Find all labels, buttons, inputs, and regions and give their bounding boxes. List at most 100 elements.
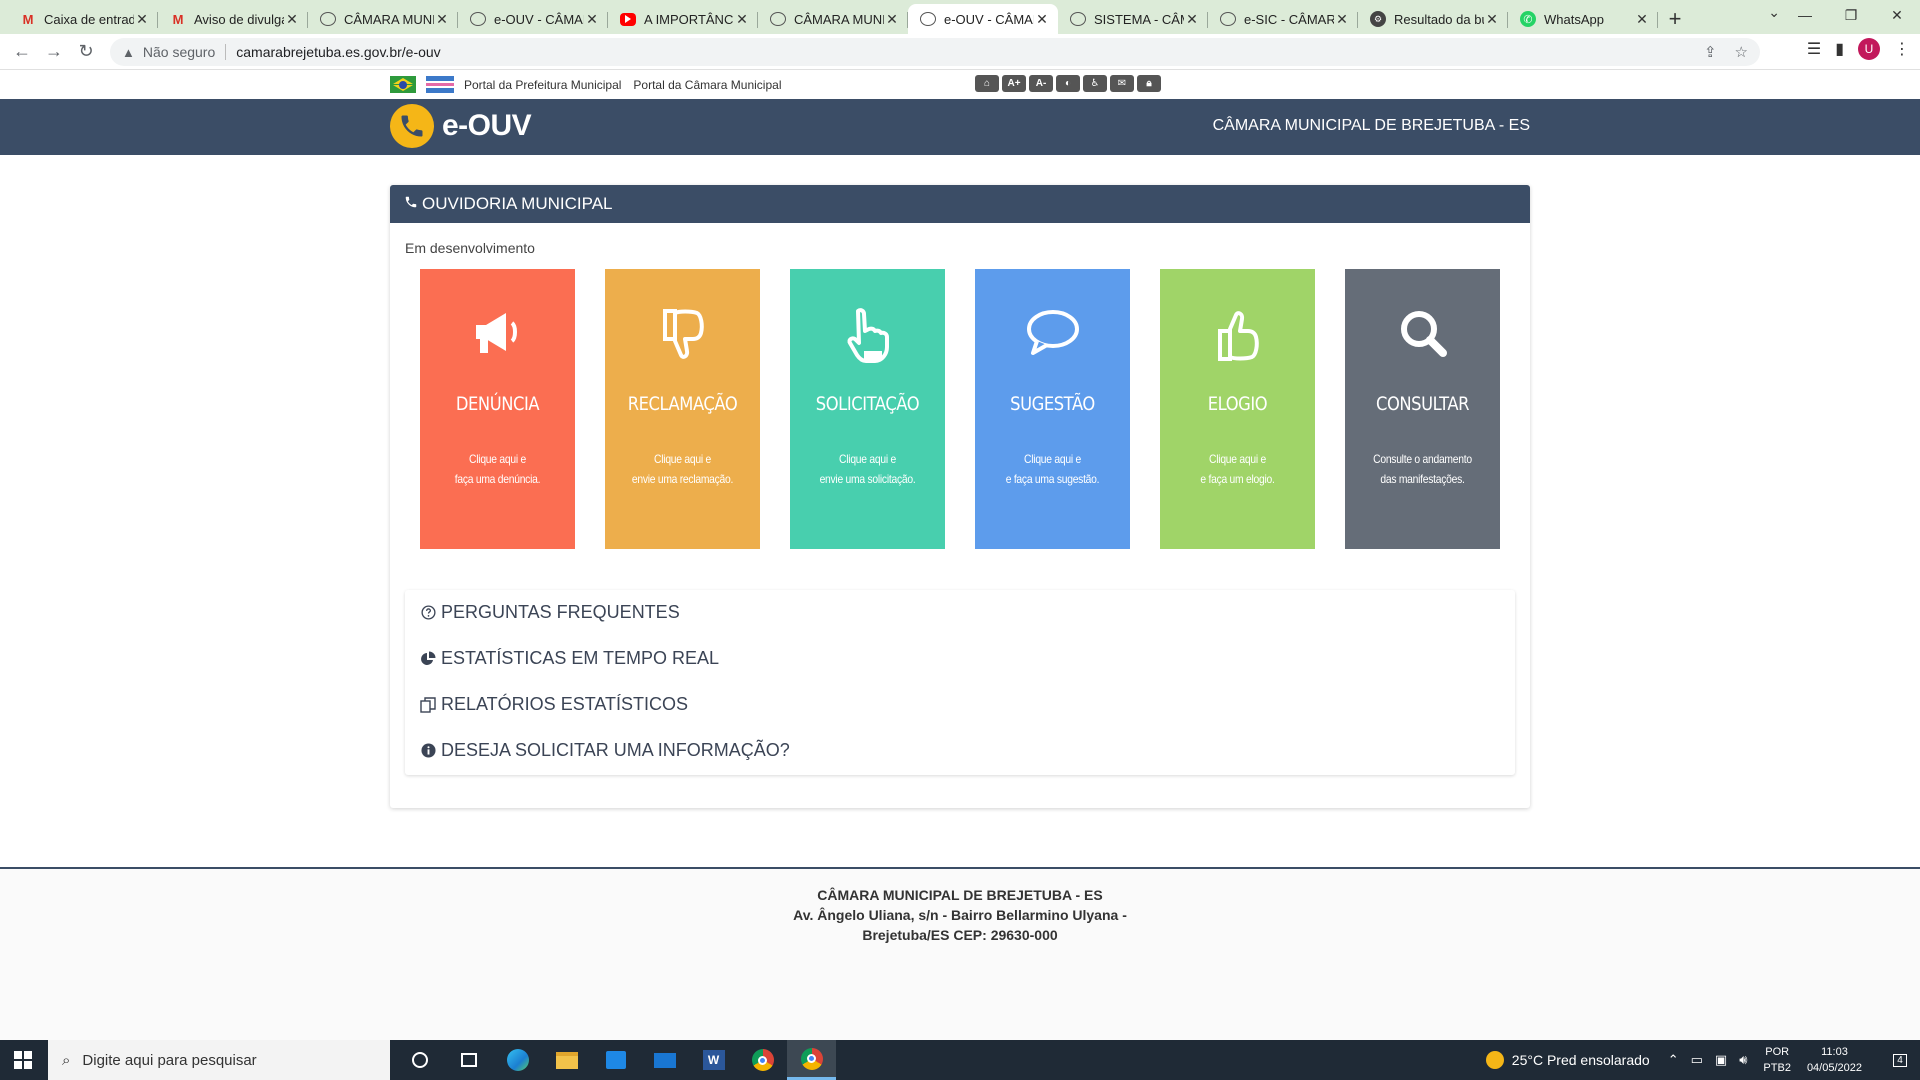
tab-close-icon[interactable]: ✕: [1484, 11, 1500, 28]
link-reports[interactable]: RELATÓRIOS ESTATÍSTICOS: [419, 694, 688, 715]
logo-text: e-OUV: [442, 109, 532, 142]
tab-close-icon[interactable]: ✕: [734, 11, 750, 28]
close-window-button[interactable]: ✕: [1874, 0, 1920, 30]
forward-button[interactable]: →: [38, 36, 70, 68]
browser-tab[interactable]: CÂMARA MUNICIPAL✕: [308, 4, 458, 34]
tab-close-icon[interactable]: ✕: [1184, 11, 1200, 28]
reload-button[interactable]: ↻: [70, 36, 102, 68]
system-tray: 25°C Pred ensolarado ⌃ ▭ ▣ 🔊︎ POR PTB2 1…: [1485, 1040, 1920, 1080]
accessibility-toolbar: ⌂ A+ A- ◐ ♿ ✉ 🔒︎: [975, 75, 1161, 92]
card-thumbs-down[interactable]: RECLAMAÇÃO Clique aqui e envie uma reclama…: [605, 269, 760, 549]
clock[interactable]: 11:03 04/05/2022: [1807, 1044, 1862, 1076]
home-icon[interactable]: ⌂: [975, 75, 999, 92]
notification-center-icon[interactable]: 4: [1880, 1040, 1920, 1080]
omnibox-actions: ⇪ ☆: [1704, 43, 1748, 61]
browser-tab[interactable]: M Caixa de entrada ✕: [8, 4, 158, 34]
warning-icon[interactable]: ▲: [122, 45, 135, 60]
task-view-icon[interactable]: [444, 1040, 493, 1080]
card-description-line1: Clique aqui e: [1209, 452, 1266, 466]
globe-icon: [470, 12, 486, 26]
font-decrease-icon[interactable]: A-: [1029, 75, 1053, 92]
site-logo[interactable]: e-OUV: [390, 104, 532, 148]
new-tab-button[interactable]: +: [1658, 4, 1692, 34]
card-description-line1: Clique aqui e: [654, 452, 711, 466]
browser-tab[interactable]: CÂMARA MUNICIPAL✕: [758, 4, 908, 34]
chrome-icon[interactable]: [738, 1040, 787, 1080]
tab-close-icon[interactable]: ✕: [584, 11, 600, 28]
volume-icon[interactable]: 🔊︎: [1739, 1052, 1747, 1068]
tab-close-icon[interactable]: ✕: [884, 11, 900, 28]
tab-close-icon[interactable]: ✕: [284, 11, 300, 28]
card-title: SOLICITAÇÃO: [815, 393, 920, 415]
browser-tab[interactable]: A IMPORTÂNCIA✕: [608, 4, 758, 34]
language-indicator[interactable]: POR PTB2: [1763, 1044, 1791, 1076]
restore-button[interactable]: ❐: [1828, 0, 1874, 30]
browser-tab[interactable]: e-OUV - CÂMARA✕: [908, 4, 1058, 34]
contrast-icon[interactable]: ◐: [1056, 75, 1080, 92]
panel-header: OUVIDORIA MUNICIPAL: [390, 185, 1530, 223]
side-panel-icon[interactable]: ▮: [1835, 39, 1844, 59]
cortana-icon[interactable]: [395, 1040, 444, 1080]
tab-close-icon[interactable]: ✕: [1634, 11, 1650, 28]
accessibility-icon[interactable]: ♿: [1083, 75, 1107, 92]
link-statistics-realtime[interactable]: ESTATÍSTICAS EM TEMPO REAL: [419, 648, 719, 669]
card-pointing-hand[interactable]: SOLICITAÇÃO Clique aqui e envie uma solici…: [790, 269, 945, 549]
link-request-information[interactable]: DESEJA SOLICITAR UMA INFORMAÇÃO?: [419, 740, 790, 761]
url-text[interactable]: camarabrejetuba.es.gov.br/e-ouv: [236, 44, 440, 60]
card-description-line2: envie uma reclamação.: [631, 472, 734, 486]
copy-documents-icon: [419, 696, 437, 713]
chrome-profile-icon[interactable]: [787, 1040, 836, 1080]
globe-icon: [1070, 12, 1086, 26]
card-megaphone[interactable]: DENÚNCIA Clique aqui e faça uma denúncia.: [420, 269, 575, 549]
language-code: POR: [1765, 1046, 1790, 1058]
windows-start-icon[interactable]: [14, 1051, 32, 1069]
footer-line-3: Brejetuba/ES CEP: 29630-000: [862, 927, 1058, 943]
tab-close-icon[interactable]: ✕: [434, 11, 450, 28]
tab-search-icon[interactable]: ⌄: [1768, 4, 1780, 21]
tab-close-icon[interactable]: ✕: [1334, 11, 1350, 28]
omnibox[interactable]: ▲ Não seguro camarabrejetuba.es.gov.br/e…: [110, 38, 1760, 66]
card-search[interactable]: CONSULTAR Consulte o andamento das manifes…: [1345, 269, 1500, 549]
word-icon[interactable]: W: [689, 1040, 738, 1080]
security-label[interactable]: Não seguro: [143, 44, 215, 60]
taskbar-search-placeholder: Digite aqui para pesquisar: [82, 1051, 257, 1069]
card-thumbs-up[interactable]: ELOGIO Clique aqui e e faça um elogio.: [1160, 269, 1315, 549]
card-speech-bubble[interactable]: SUGESTÃO Clique aqui e e faça uma sugestão…: [975, 269, 1130, 549]
font-increase-icon[interactable]: A+: [1002, 75, 1026, 92]
omnibox-divider: [225, 44, 227, 60]
file-explorer-icon[interactable]: [542, 1040, 591, 1080]
thumbs-down-icon: [605, 307, 760, 363]
link-faq[interactable]: PERGUNTAS FREQUENTES: [419, 602, 680, 623]
minimize-button[interactable]: —: [1782, 0, 1828, 30]
store-icon[interactable]: [591, 1040, 640, 1080]
envelope-icon[interactable]: ✉: [1110, 75, 1134, 92]
network-icon[interactable]: ▣: [1715, 1052, 1727, 1068]
tab-close-icon[interactable]: ✕: [134, 11, 150, 28]
mail-icon[interactable]: [640, 1040, 689, 1080]
tab-title: WhatsApp: [1544, 11, 1604, 27]
chevron-up-icon[interactable]: ⌃: [1668, 1052, 1679, 1068]
back-button[interactable]: ←: [6, 36, 38, 68]
taskbar-search[interactable]: ⌕ Digite aqui para pesquisar: [48, 1040, 390, 1080]
share-icon[interactable]: ⇪: [1704, 43, 1717, 61]
megaphone-icon: [420, 307, 575, 363]
browser-tab[interactable]: e-SIC - CÂMARA✕: [1208, 4, 1358, 34]
reading-list-icon[interactable]: ☰: [1807, 39, 1821, 59]
browser-tab[interactable]: e-OUV - CÂMARA✕: [458, 4, 608, 34]
tab-close-icon[interactable]: ✕: [1034, 11, 1050, 28]
bookmark-star-icon[interactable]: ☆: [1735, 43, 1748, 61]
browser-tab[interactable]: M Aviso de divulgação✕: [158, 4, 308, 34]
link-prefeitura[interactable]: Portal da Prefeitura Municipal: [464, 78, 621, 92]
lock-icon[interactable]: 🔒︎: [1137, 75, 1161, 92]
browser-tab[interactable]: SISTEMA - CÂMARA✕: [1058, 4, 1208, 34]
meet-icon[interactable]: ▭: [1691, 1052, 1703, 1068]
menu-kebab-icon[interactable]: ⋮: [1894, 39, 1910, 59]
weather-widget[interactable]: 25°C Pred ensolarado: [1485, 1051, 1650, 1069]
link-camara[interactable]: Portal da Câmara Municipal: [633, 78, 781, 92]
profile-avatar[interactable]: U: [1858, 38, 1880, 60]
tab-title: Aviso de divulgação: [194, 11, 284, 27]
browser-tab[interactable]: ⚙ Resultado da busca✕: [1358, 4, 1508, 34]
edge-icon[interactable]: [493, 1040, 542, 1080]
globe-icon: [1220, 12, 1236, 26]
browser-tab[interactable]: ✆ WhatsApp ✕: [1508, 4, 1658, 34]
